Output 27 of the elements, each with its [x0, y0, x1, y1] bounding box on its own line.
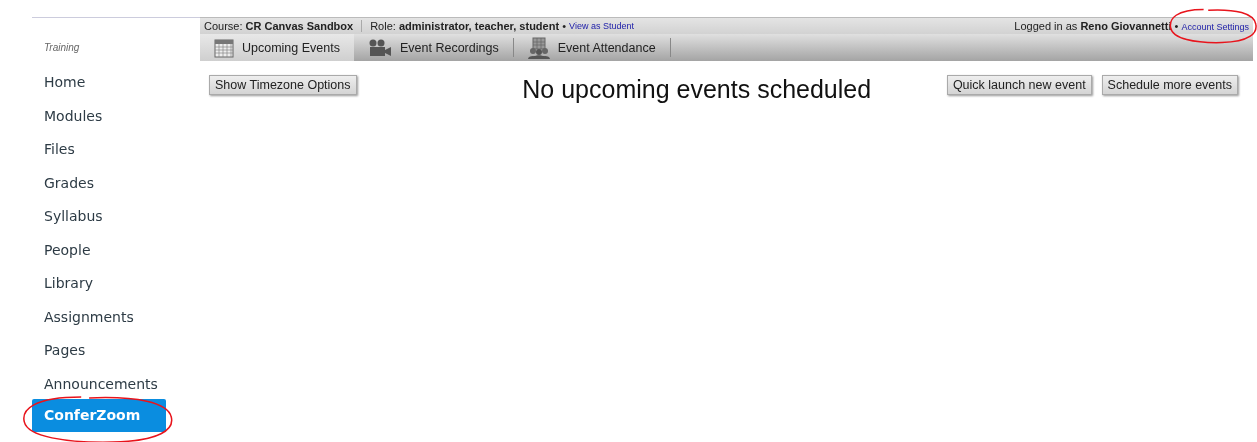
schedule-events-button[interactable]: Schedule more events	[1101, 75, 1238, 95]
active-nav-item[interactable]: ConferZoom	[32, 399, 166, 432]
course-info: Course: CR Canvas Sandbox	[204, 20, 354, 32]
calendar-icon	[214, 37, 234, 58]
nav-link[interactable]: Grades	[32, 173, 106, 192]
video-camera-icon	[367, 38, 392, 57]
view-as-student-link[interactable]: View as Student	[569, 21, 634, 31]
nav-link[interactable]: Home	[32, 73, 98, 91]
nav-link[interactable]: Syllabus	[32, 207, 115, 225]
nav-link[interactable]: People	[32, 240, 103, 259]
nav-link[interactable]: Pages	[32, 341, 98, 359]
show-timezone-options-button[interactable]: Show Timezone Options	[209, 75, 357, 95]
tab[interactable]: Event Recordings	[353, 38, 514, 57]
empty-state-heading: No upcoming events scheduled	[521, 75, 873, 104]
tab[interactable]: Upcoming Events	[200, 34, 354, 61]
nav-link[interactable]: Assignments	[32, 307, 146, 326]
people-icon	[527, 36, 550, 59]
role-info: Role: administrator, teacher, student •	[370, 20, 566, 32]
nav-link[interactable]: Modules	[32, 106, 115, 125]
nav-link[interactable]: Announcements	[32, 374, 170, 393]
separator-dot: •	[1174, 20, 1179, 32]
account-settings-link[interactable]: Account Settings	[1181, 22, 1249, 32]
tab[interactable]: Event Attendance	[513, 38, 671, 57]
quick-launch-button[interactable]: Quick launch new event	[946, 75, 1092, 95]
section-label: Training	[43, 41, 81, 55]
nav-link[interactable]: Files	[32, 140, 87, 158]
nav-link[interactable]: Library	[32, 274, 105, 292]
